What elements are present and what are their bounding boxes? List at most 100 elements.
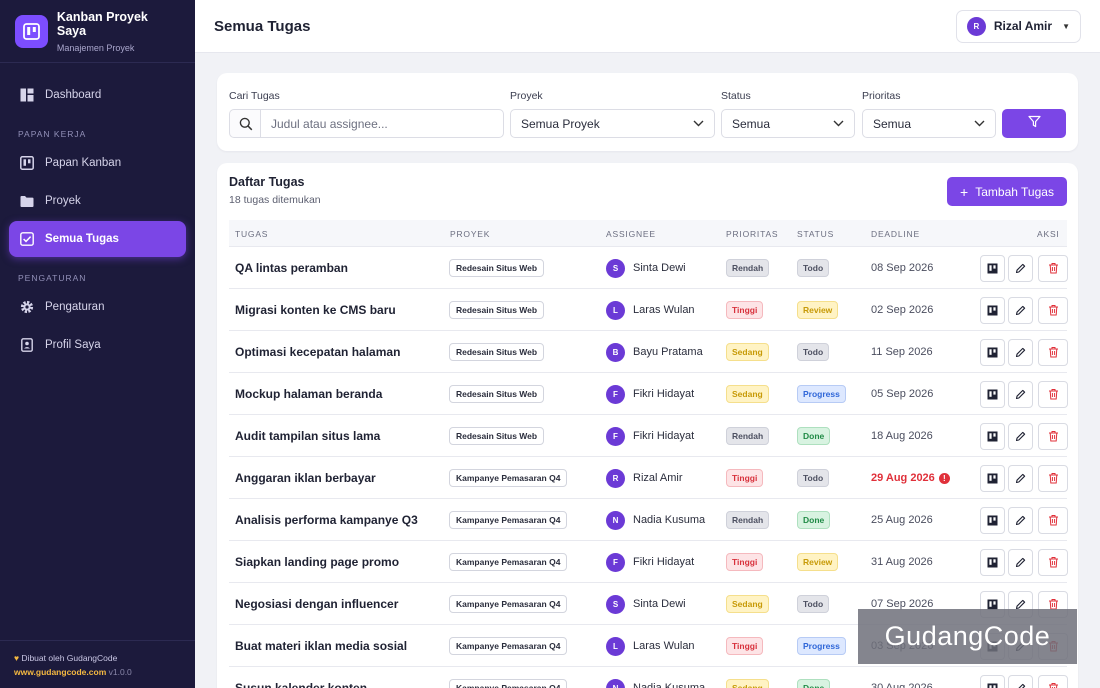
delete-task-button[interactable]: [1038, 548, 1068, 576]
table-row[interactable]: Optimasi kecepatan halaman Redesain Situ…: [229, 331, 1068, 373]
task-title[interactable]: Mockup halaman beranda: [235, 373, 382, 415]
table-row[interactable]: Susun kalender konten Kampanye Pemasaran…: [229, 667, 1068, 688]
open-board-button[interactable]: [980, 464, 1005, 492]
edit-task-button[interactable]: [1008, 338, 1033, 366]
sidebar-item-label: Profil Saya: [45, 339, 101, 351]
priority-badge: Sedang: [726, 679, 769, 688]
priority-cell: Sedang: [726, 583, 769, 625]
project-filter-select[interactable]: Semua Proyek: [510, 109, 715, 138]
task-title[interactable]: Negosiasi dengan influencer: [235, 583, 398, 625]
pencil-icon: [1015, 347, 1026, 357]
open-board-button[interactable]: [980, 506, 1005, 534]
app-title: Kanban Proyek Saya: [56, 9, 148, 38]
delete-task-button[interactable]: [1038, 380, 1068, 408]
table-row[interactable]: QA lintas peramban Redesain Situs Web S …: [229, 247, 1068, 289]
table-row[interactable]: Mockup halaman beranda Redesain Situs We…: [229, 373, 1068, 415]
task-title[interactable]: Anggaran iklan berbayar: [235, 457, 376, 499]
sidebar-item-label: Papan Kanban: [45, 157, 122, 169]
assignee-cell: F Fikri Hidayat: [606, 373, 694, 415]
table-row[interactable]: Migrasi konten ke CMS baru Redesain Situ…: [229, 289, 1068, 331]
user-menu-button[interactable]: R Rizal Amir ▼: [955, 9, 1081, 43]
trash-icon: [1048, 263, 1058, 274]
delete-task-button[interactable]: [1038, 422, 1068, 450]
edit-task-button[interactable]: [1008, 422, 1033, 450]
funnel-icon: [1027, 115, 1041, 133]
kanban-board-icon: [987, 263, 998, 273]
apply-filter-button[interactable]: [1002, 109, 1066, 138]
edit-task-button[interactable]: [1008, 674, 1033, 688]
actions-cell: [980, 289, 1071, 331]
assignee-name: Rizal Amir: [633, 472, 683, 484]
edit-task-button[interactable]: [1008, 506, 1033, 534]
status-cell: Done: [797, 667, 831, 688]
table-row[interactable]: Analisis performa kampanye Q3 Kampanye P…: [229, 499, 1068, 541]
brand[interactable]: Kanban Proyek Saya Manajemen Proyek: [0, 0, 195, 63]
project-tag: Redesain Situs Web: [449, 385, 545, 403]
task-title[interactable]: Audit tampilan situs lama: [235, 415, 380, 457]
task-title[interactable]: QA lintas peramban: [235, 247, 348, 289]
sidebar-item-all-tasks[interactable]: Semua Tugas: [9, 221, 186, 257]
delete-task-button[interactable]: [1038, 464, 1068, 492]
open-board-button[interactable]: [980, 548, 1005, 576]
sidebar-item-label: Semua Tugas: [45, 233, 119, 245]
table-row[interactable]: Anggaran iklan berbayar Kampanye Pemasar…: [229, 457, 1068, 499]
assignee-name: Fikri Hidayat: [633, 556, 695, 568]
delete-task-button[interactable]: [1038, 338, 1068, 366]
edit-task-button[interactable]: [1008, 254, 1033, 282]
task-title[interactable]: Siapkan landing page promo: [235, 541, 399, 583]
status-filter-select[interactable]: Semua: [721, 109, 855, 138]
open-board-button[interactable]: [980, 422, 1005, 450]
priority-badge: Sedang: [726, 595, 769, 613]
status-badge: Progress: [797, 637, 846, 655]
open-board-button[interactable]: [980, 380, 1005, 408]
open-board-button[interactable]: [980, 674, 1005, 688]
add-task-button[interactable]: + Tambah Tugas: [947, 177, 1067, 206]
project-tag: Kampanye Pemasaran Q4: [449, 595, 568, 613]
delete-task-button[interactable]: [1038, 254, 1068, 282]
project-tag: Kampanye Pemasaran Q4: [449, 637, 568, 655]
project-cell: Kampanye Pemasaran Q4: [449, 499, 568, 541]
task-title[interactable]: Migrasi konten ke CMS baru: [235, 289, 396, 331]
col-deadline: DEADLINE: [871, 229, 920, 239]
priority-badge: Tinggi: [726, 553, 764, 571]
priority-badge: Sedang: [726, 385, 769, 403]
priority-badge: Rendah: [726, 259, 770, 277]
sidebar-item-dashboard[interactable]: Dashboard: [9, 77, 186, 113]
assignee-name: Sinta Dewi: [633, 262, 686, 274]
trash-icon: [1048, 431, 1058, 442]
edit-task-button[interactable]: [1008, 548, 1033, 576]
deadline-cell: 18 Aug 2026: [871, 415, 933, 457]
project-cell: Kampanye Pemasaran Q4: [449, 667, 568, 688]
status-cell: Todo: [797, 247, 830, 289]
edit-task-button[interactable]: [1008, 296, 1033, 324]
task-title[interactable]: Analisis performa kampanye Q3: [235, 499, 418, 541]
assignee-cell: F Fikri Hidayat: [606, 541, 694, 583]
open-board-button[interactable]: [980, 296, 1005, 324]
actions-cell: [980, 457, 1071, 499]
table-row[interactable]: Siapkan landing page promo Kampanye Pema…: [229, 541, 1068, 583]
table-row[interactable]: Audit tampilan situs lama Redesain Situs…: [229, 415, 1068, 457]
open-board-button[interactable]: [980, 254, 1005, 282]
task-title[interactable]: Buat materi iklan media sosial: [235, 625, 407, 667]
delete-task-button[interactable]: [1038, 674, 1068, 688]
delete-task-button[interactable]: [1038, 506, 1068, 534]
priority-filter-select[interactable]: Semua: [862, 109, 996, 138]
task-title[interactable]: Susun kalender konten: [235, 667, 367, 688]
sidebar-item-profile[interactable]: Profil Saya: [9, 327, 186, 363]
edit-task-button[interactable]: [1008, 464, 1033, 492]
sidebar-item-settings[interactable]: Pengaturan: [9, 289, 186, 325]
delete-task-button[interactable]: [1038, 296, 1068, 324]
project-cell: Redesain Situs Web: [449, 415, 545, 457]
sidebar-item-kanban[interactable]: Papan Kanban: [9, 145, 186, 181]
sidebar-item-projects[interactable]: Proyek: [9, 183, 186, 219]
task-title[interactable]: Optimasi kecepatan halaman: [235, 331, 400, 373]
search-input[interactable]: [260, 109, 504, 138]
edit-task-button[interactable]: [1008, 380, 1033, 408]
made-by-text: Dibuat oleh GudangCode: [21, 653, 118, 663]
open-board-button[interactable]: [980, 338, 1005, 366]
actions-cell: [980, 331, 1071, 373]
deadline-date: 31 Aug 2026: [871, 556, 933, 568]
footer-url-link[interactable]: www.gudangcode.com: [14, 667, 106, 677]
assignee-name: Sinta Dewi: [633, 598, 686, 610]
status-cell: Todo: [797, 457, 830, 499]
